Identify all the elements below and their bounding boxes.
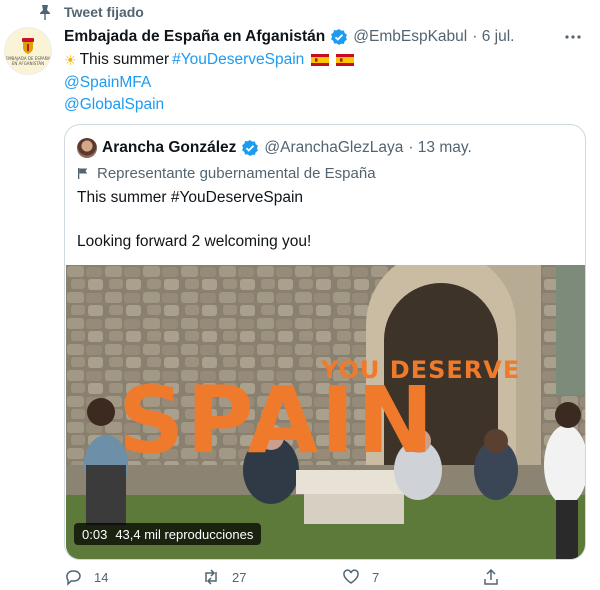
quoted-author-avatar[interactable]	[77, 138, 97, 158]
retweet-button[interactable]: 27	[202, 568, 246, 586]
quoted-text-line1: This summer #YouDeserveSpain	[77, 189, 304, 206]
tweet-body: ☀ This summer #YouDeserveSpain @SpainMFA…	[64, 49, 355, 117]
pinned-label: Tweet fijado	[64, 4, 144, 20]
more-options-icon[interactable]	[564, 34, 582, 40]
heart-icon	[343, 569, 359, 584]
quoted-author-handle[interactable]: @AranchaGlezLaya	[264, 139, 403, 157]
avatar-caption: EMBAJADA DE ESPAÑA EN AFGANISTÁN	[5, 55, 51, 66]
mention-link[interactable]: @GlobalSpain	[64, 94, 164, 117]
spain-flag-icon	[336, 54, 355, 67]
quoted-tweet-header: Arancha González @AranchaGlezLaya · 13 m…	[77, 137, 472, 159]
reply-button[interactable]: 14	[64, 568, 108, 586]
retweet-count: 27	[232, 569, 247, 585]
video-player[interactable]: YOU DESERVE SPAIN 0:03 43,4 mil reproduc…	[66, 265, 585, 559]
hashtag-link[interactable]: #YouDeserveSpain	[172, 49, 304, 72]
mention-link[interactable]: @SpainMFA	[64, 72, 151, 95]
verified-badge-icon	[242, 140, 259, 156]
sun-emoji-icon: ☀	[64, 52, 77, 68]
tweet-text-line1: This summer	[79, 51, 170, 68]
video-info-badge: 0:03 43,4 mil reproducciones	[74, 523, 262, 545]
author-name[interactable]: Embajada de España en Afganistán	[64, 28, 325, 46]
quoted-tweet-body: This summer #YouDeserveSpain Looking for…	[77, 187, 311, 253]
retweet-icon	[205, 569, 217, 585]
tweet-date[interactable]: · 6 jul.	[472, 28, 514, 46]
video-overlay-title: SPAIN	[118, 367, 436, 474]
government-flag-icon	[78, 168, 88, 179]
like-count: 7	[372, 569, 380, 585]
tweet-header: Embajada de España en Afganistán @EmbEsp…	[64, 26, 514, 48]
like-button[interactable]: 7	[342, 568, 379, 586]
quoted-text-line2: Looking forward 2 welcoming you!	[77, 233, 312, 250]
government-label-text: Representante gubernamental de España	[97, 164, 376, 182]
quoted-tweet-date[interactable]: · 13 may.	[408, 139, 471, 157]
video-views: 43,4 mil reproducciones	[115, 526, 254, 542]
spain-flag-icon	[311, 54, 330, 67]
author-handle[interactable]: @EmbEspKabul	[353, 28, 467, 46]
author-avatar[interactable]: EMBAJADA DE ESPAÑA EN AFGANISTÁN	[4, 27, 52, 75]
video-duration: 0:03	[82, 526, 108, 542]
reply-count: 14	[94, 569, 109, 585]
quoted-author-name[interactable]: Arancha González	[102, 139, 236, 157]
reply-icon	[66, 570, 81, 586]
verified-badge-icon	[331, 29, 348, 45]
share-button[interactable]	[482, 568, 500, 586]
quoted-tweet-card[interactable]: Arancha González @AranchaGlezLaya · 13 m…	[64, 124, 586, 560]
coat-of-arms-icon	[22, 37, 34, 54]
pin-icon	[40, 5, 50, 20]
government-label[interactable]: Representante gubernamental de España	[77, 163, 376, 183]
share-icon	[484, 568, 498, 585]
pinned-indicator: Tweet fijado	[38, 3, 144, 21]
